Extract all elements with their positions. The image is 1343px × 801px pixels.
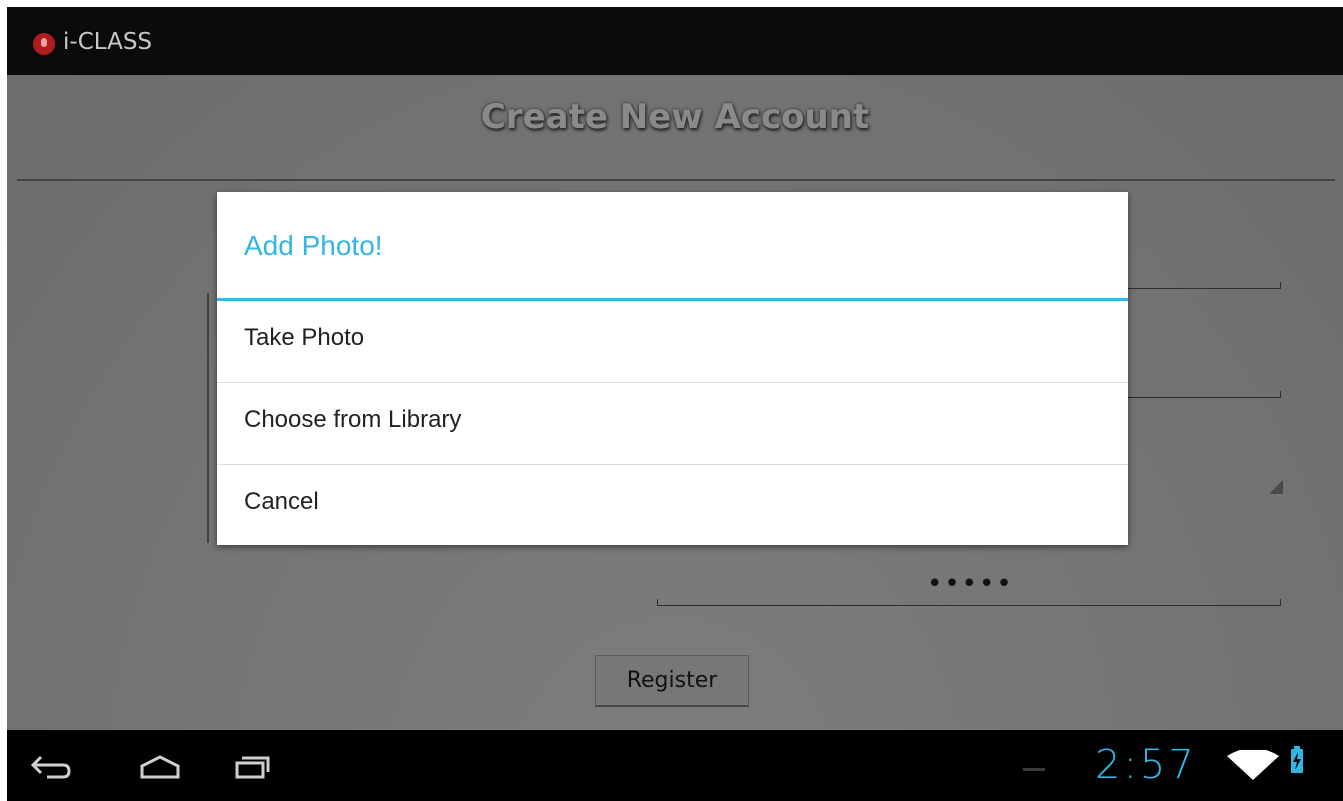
recent-apps-button[interactable] (207, 730, 297, 801)
add-photo-dialog: Add Photo! Take Photo Choose from Librar… (217, 192, 1128, 545)
battery-charging-icon (1291, 746, 1303, 773)
home-icon (140, 755, 180, 779)
back-icon (30, 755, 71, 779)
cancel-option[interactable]: Cancel (217, 465, 1128, 547)
home-button[interactable] (112, 730, 202, 801)
notification-dash-icon (1023, 768, 1045, 771)
wifi-icon (1227, 750, 1279, 780)
choose-from-library-option[interactable]: Choose from Library (217, 383, 1128, 465)
status-clock[interactable]: 2:57 (1095, 742, 1197, 788)
app-title: i-CLASS (63, 29, 153, 55)
cancel-label: Cancel (244, 488, 319, 515)
system-navigation-bar: 2:57 (7, 730, 1343, 801)
action-bar: i-CLASS (7, 7, 1343, 75)
app-mic-icon (33, 33, 55, 55)
take-photo-label: Take Photo (244, 324, 365, 351)
tablet-screen: i-CLASS Create New Account ••••• Registe… (7, 7, 1343, 801)
choose-from-library-label: Choose from Library (244, 406, 462, 433)
recent-apps-icon (235, 756, 270, 779)
back-button[interactable] (7, 730, 97, 801)
take-photo-option[interactable]: Take Photo (217, 301, 1128, 383)
dialog-title: Add Photo! (244, 230, 383, 261)
